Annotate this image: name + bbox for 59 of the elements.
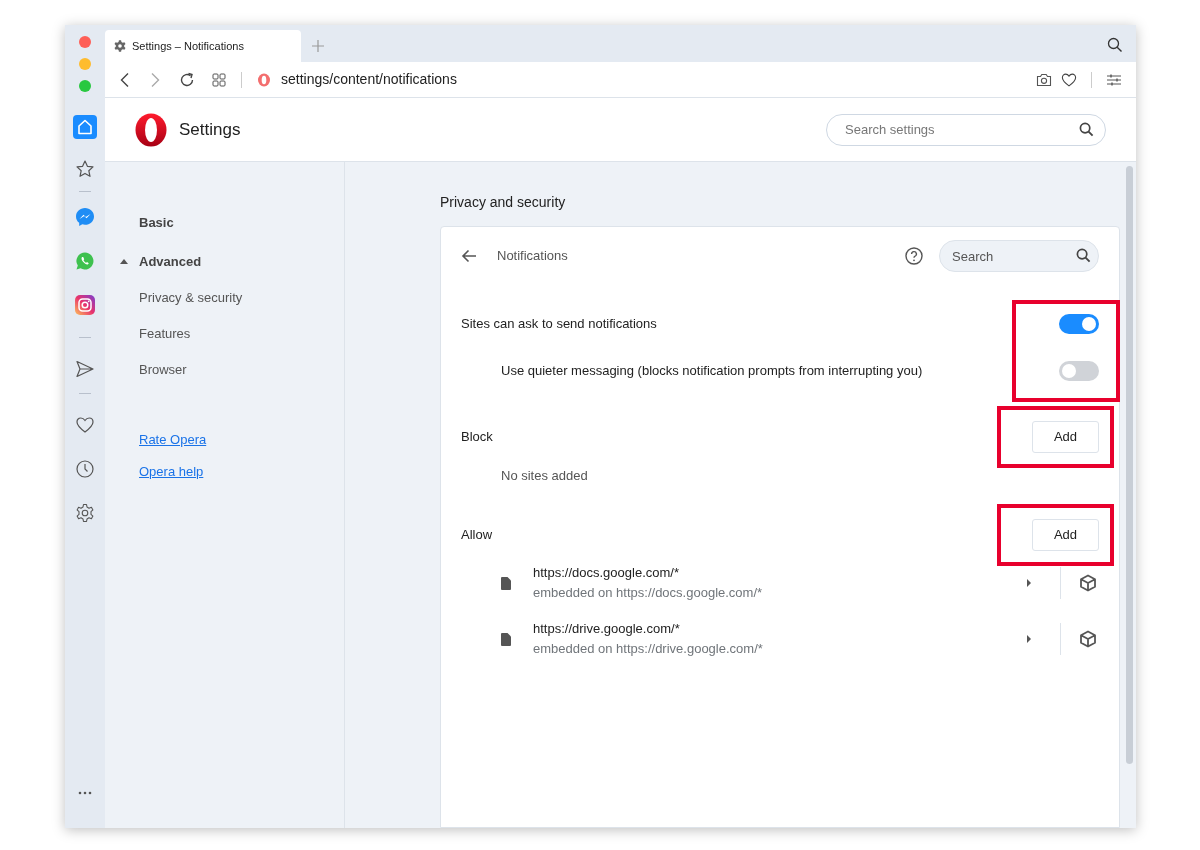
- section-label: Allow: [461, 526, 493, 545]
- expand-arrow-icon[interactable]: [1027, 635, 1031, 643]
- heart-icon[interactable]: [75, 415, 95, 435]
- scrollbar-thumb[interactable]: [1126, 166, 1133, 764]
- nav-heading[interactable]: Advanced: [139, 252, 202, 272]
- back-icon[interactable]: [119, 71, 131, 88]
- sliders-icon[interactable]: [1107, 73, 1121, 86]
- cube-icon[interactable]: [1079, 574, 1097, 592]
- nav-item[interactable]: Features: [139, 324, 191, 344]
- grid-icon[interactable]: [212, 72, 226, 87]
- opera-logo-icon: [135, 112, 167, 147]
- add-button[interactable]: Add: [1032, 421, 1099, 453]
- nav-heading[interactable]: Basic: [139, 213, 174, 233]
- expand-arrow-icon[interactable]: [1027, 579, 1031, 587]
- search-icon[interactable]: [1107, 37, 1123, 53]
- nav-link[interactable]: Rate Opera: [139, 430, 207, 450]
- site-detail: embedded on https://docs.google.com/*: [533, 584, 764, 602]
- search-field[interactable]: Search: [939, 240, 1099, 272]
- toggle-switch[interactable]: [1059, 360, 1099, 381]
- search-icon: [1079, 121, 1094, 137]
- home-icon[interactable]: [73, 115, 97, 139]
- tab-title: Settings – Notifications: [132, 38, 244, 54]
- star-icon[interactable]: [75, 159, 95, 179]
- browser-tab[interactable]: Settings – Notifications: [105, 30, 301, 62]
- nav-item[interactable]: Browser: [139, 360, 187, 380]
- settings-icon[interactable]: [75, 503, 95, 523]
- setting-label: Use quieter messaging (blocks notification prompts from interrupting you): [501, 361, 923, 380]
- site-url: https://docs.google.com/*: [533, 564, 680, 582]
- caret-icon[interactable]: [120, 259, 128, 264]
- section-label: Block: [461, 428, 493, 447]
- send-icon[interactable]: [75, 359, 95, 379]
- site-detail: embedded on https://drive.google.com/*: [533, 640, 764, 658]
- address-field[interactable]: settings/content/notifications: [281, 69, 457, 90]
- empty-message: No sites added: [501, 467, 588, 486]
- file-icon: [501, 632, 511, 646]
- site-url: https://drive.google.com/*: [533, 620, 681, 638]
- nav-link[interactable]: Opera help: [139, 462, 204, 482]
- nav-item[interactable]: Privacy & security: [139, 288, 243, 308]
- opera-logo-icon: [257, 72, 271, 87]
- file-icon: [501, 576, 511, 590]
- page-title: Settings: [179, 118, 241, 141]
- instagram-icon[interactable]: [75, 295, 95, 315]
- help-icon[interactable]: [905, 247, 923, 265]
- reload-icon[interactable]: [179, 71, 195, 88]
- back-arrow-icon[interactable]: [461, 249, 477, 263]
- camera-icon[interactable]: [1036, 72, 1052, 87]
- toggle-switch[interactable]: [1059, 313, 1099, 334]
- cube-icon[interactable]: [1079, 630, 1097, 648]
- search-field[interactable]: Search settings: [826, 113, 1106, 146]
- clock-icon[interactable]: [75, 459, 95, 479]
- more-icon[interactable]: [78, 791, 92, 795]
- gear-icon: [114, 40, 126, 52]
- add-button[interactable]: Add: [1032, 519, 1099, 551]
- section-title: Privacy and security: [440, 193, 567, 212]
- panel-title: Notifications: [497, 247, 568, 266]
- heart-icon[interactable]: [1061, 72, 1077, 87]
- setting-label: Sites can ask to send notifications: [461, 314, 657, 333]
- messenger-icon[interactable]: [75, 207, 95, 227]
- search-icon: [1076, 248, 1091, 263]
